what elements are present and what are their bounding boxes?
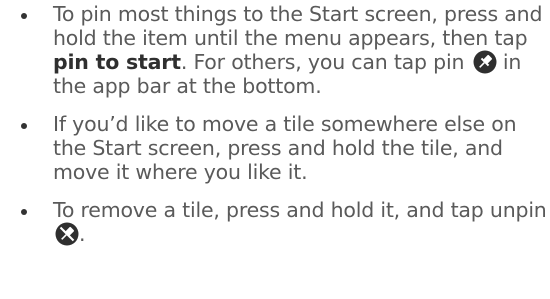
instruction-list: To pin most things to the Start screen, …	[20, 2, 550, 260]
unpin-text-start: To remove a tile, press and hold it, and…	[53, 198, 547, 222]
bullet-dot	[21, 13, 27, 19]
unpin-icon	[55, 222, 79, 246]
instruction-item-move: If you’d like to move a tile somewhere e…	[20, 112, 550, 184]
instruction-item-pin: To pin most things to the Start screen, …	[20, 2, 550, 98]
unpin-text-end: .	[79, 222, 86, 246]
bullet-dot	[21, 123, 27, 129]
instruction-item-unpin: To remove a tile, press and hold it, and…	[20, 198, 550, 246]
pin-icon	[473, 50, 497, 74]
move-text: If you’d like to move a tile somewhere e…	[53, 112, 517, 184]
pin-text-middle: . For others, you can tap pin	[180, 50, 465, 74]
pin-text-start: To pin most things to the Start screen, …	[53, 2, 543, 50]
bullet-dot	[21, 209, 27, 215]
pin-to-start-label: pin to start	[53, 50, 181, 74]
instructions-page: To pin most things to the Start screen, …	[0, 0, 550, 299]
